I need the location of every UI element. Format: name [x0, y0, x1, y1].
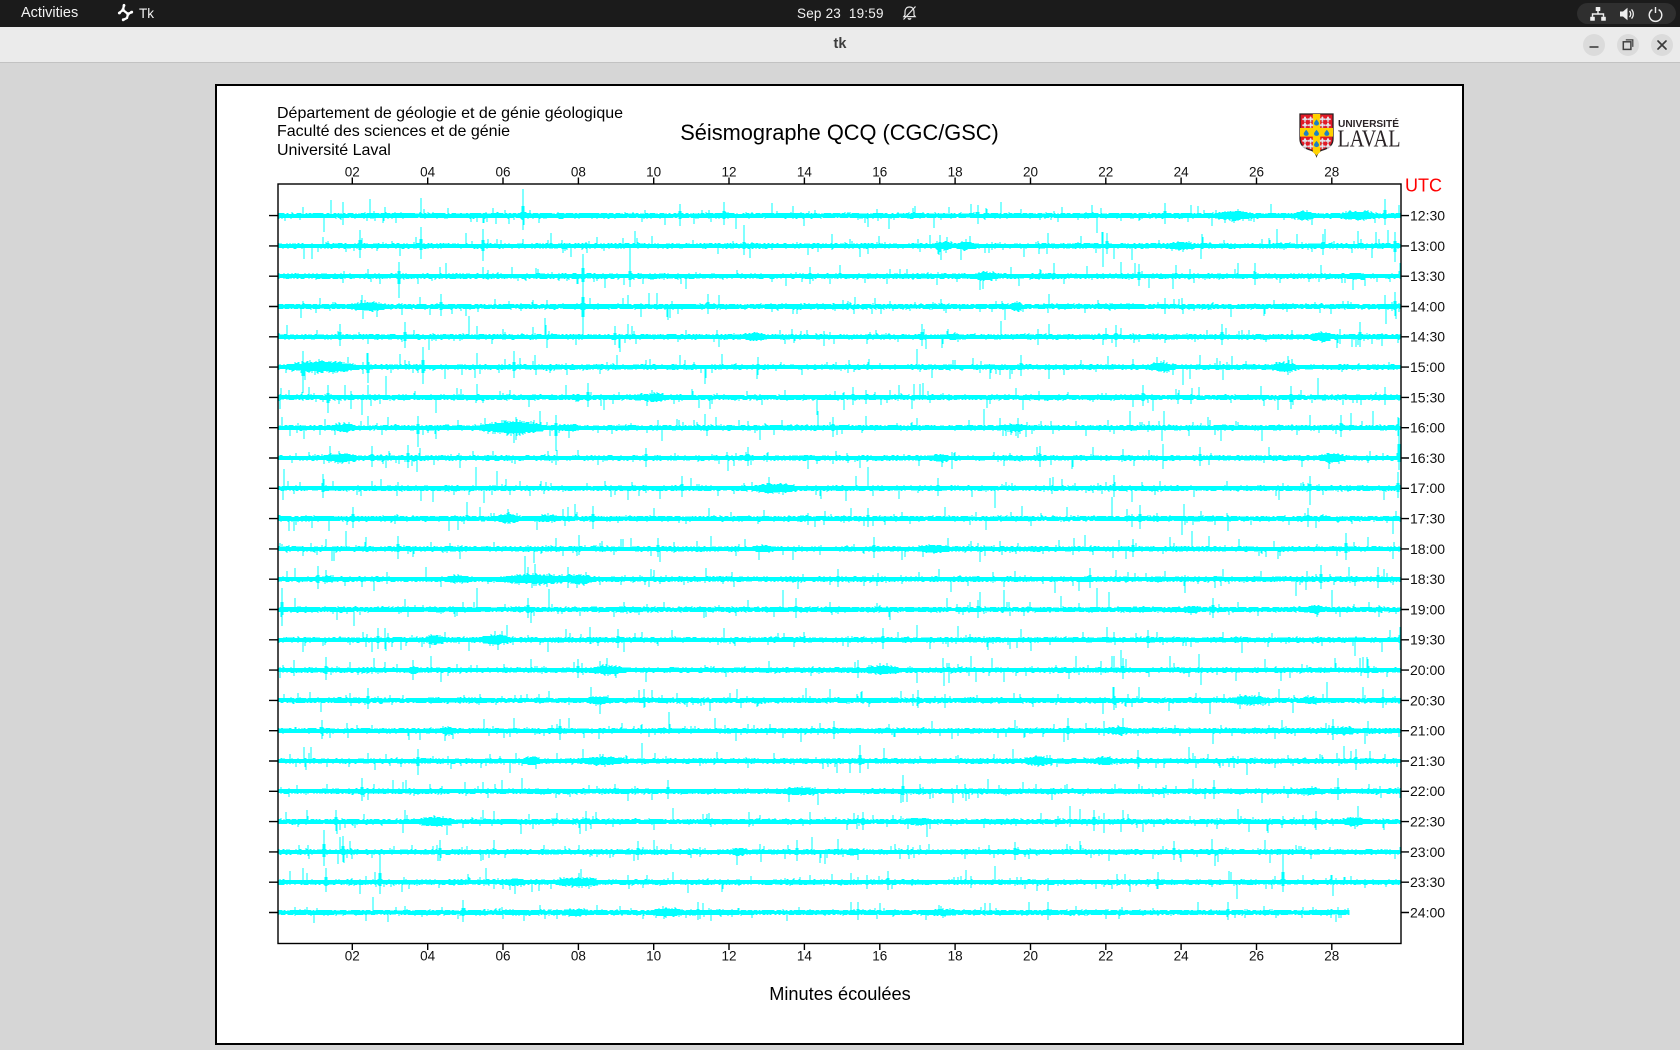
svg-text:28: 28 [1324, 165, 1339, 180]
svg-text:04: 04 [420, 165, 436, 180]
svg-text:26: 26 [1249, 949, 1264, 964]
svg-text:16: 16 [872, 165, 887, 180]
svg-text:17:00: 17:00 [1410, 480, 1445, 496]
svg-text:20:00: 20:00 [1410, 662, 1445, 678]
svg-text:21:30: 21:30 [1410, 753, 1445, 769]
svg-text:UTC: UTC [1405, 176, 1442, 196]
svg-text:23:00: 23:00 [1410, 844, 1445, 860]
svg-text:08: 08 [571, 949, 586, 964]
svg-text:18: 18 [948, 165, 963, 180]
svg-text:02: 02 [345, 165, 360, 180]
svg-text:23:30: 23:30 [1410, 874, 1445, 890]
svg-text:12:30: 12:30 [1410, 208, 1445, 224]
svg-text:20: 20 [1023, 949, 1038, 964]
svg-text:22:00: 22:00 [1410, 783, 1445, 799]
svg-text:10: 10 [646, 165, 661, 180]
svg-text:24: 24 [1174, 949, 1190, 964]
svg-text:18:00: 18:00 [1410, 541, 1445, 557]
svg-text:04: 04 [420, 949, 436, 964]
svg-text:28: 28 [1324, 949, 1339, 964]
svg-text:22: 22 [1098, 165, 1113, 180]
svg-text:18: 18 [948, 949, 963, 964]
svg-text:13:00: 13:00 [1410, 238, 1445, 254]
svg-text:14: 14 [797, 165, 813, 180]
svg-text:12: 12 [721, 949, 736, 964]
svg-text:19:00: 19:00 [1410, 601, 1445, 617]
svg-text:14: 14 [797, 949, 813, 964]
svg-text:18:30: 18:30 [1410, 571, 1445, 587]
svg-text:19:30: 19:30 [1410, 632, 1445, 648]
svg-text:21:00: 21:00 [1410, 723, 1445, 739]
svg-text:06: 06 [495, 949, 510, 964]
svg-text:14:30: 14:30 [1410, 329, 1445, 345]
svg-text:15:00: 15:00 [1410, 359, 1445, 375]
svg-text:20:30: 20:30 [1410, 692, 1445, 708]
svg-text:20: 20 [1023, 165, 1038, 180]
svg-text:16: 16 [872, 949, 887, 964]
svg-text:16:30: 16:30 [1410, 450, 1445, 466]
svg-text:26: 26 [1249, 165, 1264, 180]
svg-text:08: 08 [571, 165, 586, 180]
svg-text:13:30: 13:30 [1410, 268, 1445, 284]
svg-text:16:00: 16:00 [1410, 420, 1445, 436]
svg-text:22:30: 22:30 [1410, 814, 1445, 830]
svg-text:12: 12 [721, 165, 736, 180]
svg-text:15:30: 15:30 [1410, 389, 1445, 405]
svg-text:17:30: 17:30 [1410, 511, 1445, 527]
svg-text:06: 06 [495, 165, 510, 180]
svg-text:10: 10 [646, 949, 661, 964]
svg-text:14:00: 14:00 [1410, 298, 1445, 314]
svg-text:22: 22 [1098, 949, 1113, 964]
svg-text:24: 24 [1174, 165, 1190, 180]
svg-text:24:00: 24:00 [1410, 904, 1445, 920]
svg-text:02: 02 [345, 949, 360, 964]
svg-text:Minutes écoulées: Minutes écoulées [769, 984, 911, 1004]
